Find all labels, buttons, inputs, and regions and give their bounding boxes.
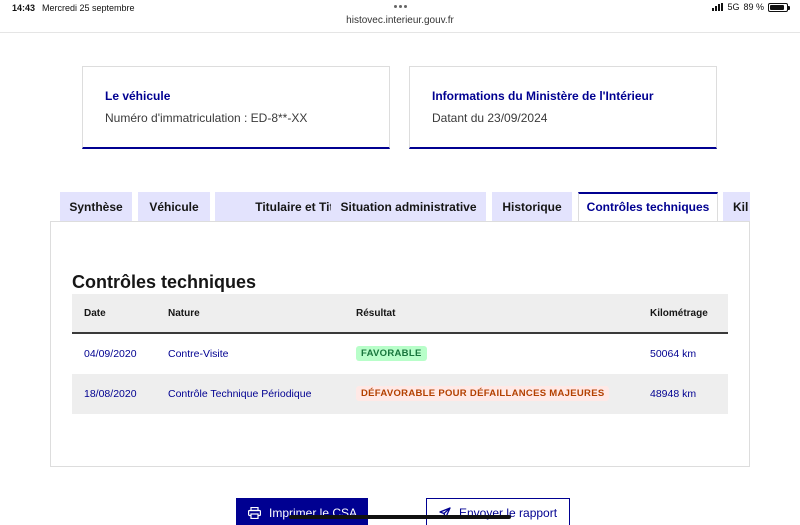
send-report-button[interactable]: Envoyer le rapport — [426, 498, 570, 525]
table-header: Date Nature Résultat Kilométrage — [72, 294, 728, 334]
battery-icon — [768, 2, 790, 12]
status-badge: FAVORABLE — [356, 346, 427, 361]
status-time: 14:43 — [12, 3, 36, 13]
column-header-date: Date — [84, 308, 106, 319]
battery-percent: 89 % — [743, 2, 764, 12]
home-indicator[interactable] — [289, 515, 511, 519]
ministry-info-card: Informations du Ministère de l'Intérieur… — [409, 66, 717, 149]
row-date: 18/08/2020 — [84, 388, 137, 400]
print-csa-button[interactable]: Imprimer le CSA — [236, 498, 368, 525]
data-date: Datant du 23/09/2024 — [432, 111, 548, 125]
tab-vehicule[interactable]: Véhicule — [138, 192, 210, 221]
row-mileage: 50064 km — [650, 348, 697, 360]
column-header-mileage: Kilométrage — [650, 308, 708, 319]
tab-menu-dots-icon[interactable] — [394, 5, 407, 8]
table-row: 18/08/2020 Contrôle Technique Périodique… — [72, 374, 728, 414]
tab-synthese[interactable]: Synthèse — [60, 192, 132, 221]
table-row: 04/09/2020 Contre-Visite FAVORABLE 50064… — [72, 334, 728, 374]
registration-number: Numéro d'immatriculation : ED-8**-XX — [105, 111, 308, 125]
row-nature: Contre-Visite — [168, 348, 229, 360]
signal-icon — [712, 3, 724, 11]
ministry-card-title: Informations du Ministère de l'Intérieur — [432, 89, 654, 103]
status-indicators: 5G 89 % — [712, 2, 790, 12]
printer-icon — [248, 507, 261, 519]
address-bar-url[interactable]: histovec.interieur.gouv.fr — [0, 15, 800, 26]
divider — [0, 32, 800, 33]
network-label: 5G — [727, 2, 740, 12]
column-header-nature: Nature — [168, 308, 200, 319]
tab-list: Synthèse Véhicule Titulaire et Titre Sit… — [60, 192, 750, 222]
status-bar: 14:43 Mercredi 25 septembre 5G 89 % — [0, 0, 800, 16]
vehicle-card-title: Le véhicule — [105, 89, 171, 103]
tab-situation-administrative[interactable]: Situation administrative — [331, 192, 486, 221]
tab-historique[interactable]: Historique — [492, 192, 572, 221]
row-date: 04/09/2020 — [84, 348, 137, 360]
vehicle-card: Le véhicule Numéro d'immatriculation : E… — [82, 66, 390, 149]
section-title: Contrôles techniques — [72, 272, 257, 292]
tab-controles-techniques[interactable]: Contrôles techniques — [578, 192, 718, 222]
column-header-result: Résultat — [356, 308, 396, 319]
status-badge: DÉFAVORABLE POUR DÉFAILLANCES MAJEURES — [356, 386, 610, 401]
tab-kilometrage[interactable]: Kil — [723, 192, 750, 221]
status-date: Mercredi 25 septembre — [42, 3, 135, 13]
row-nature: Contrôle Technique Périodique — [168, 388, 312, 400]
row-mileage: 48948 km — [650, 388, 697, 400]
